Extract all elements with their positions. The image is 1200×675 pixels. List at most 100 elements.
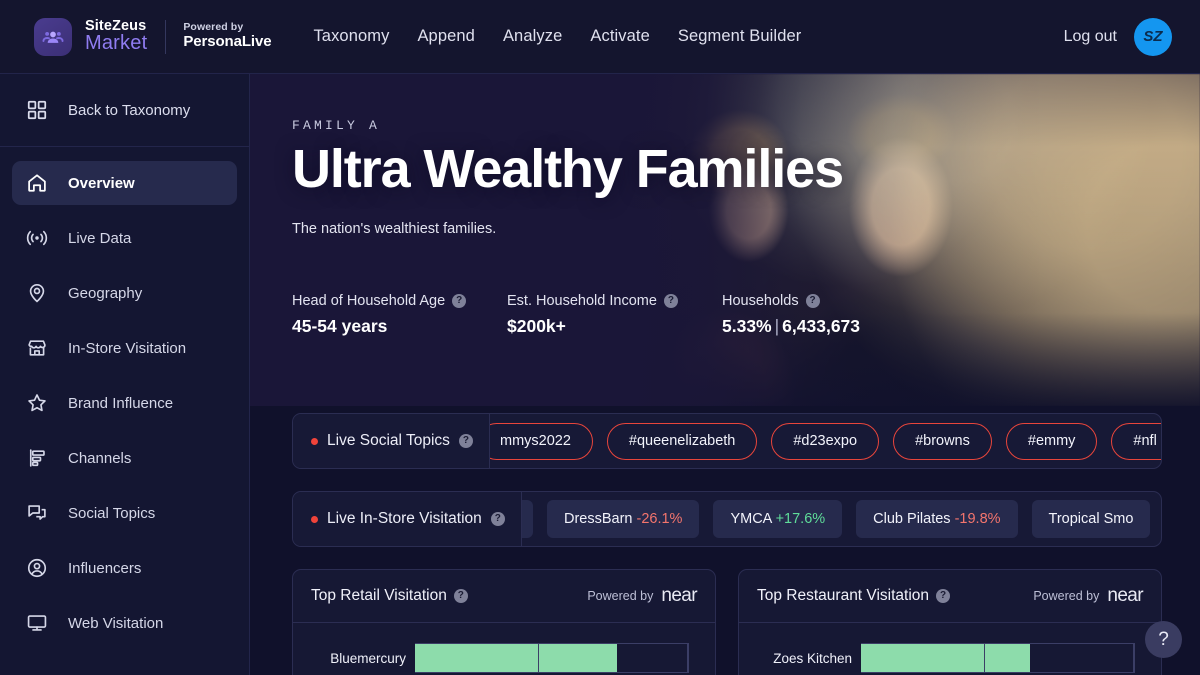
instore-chip-name: YMCA [730,511,772,527]
people-group-icon [34,17,72,56]
help-tooltip-icon[interactable]: ? [805,293,820,308]
stat-est-household-income: Est. Household Income ? $200k+ [507,293,722,337]
social-topic-chip[interactable]: #queenelizabeth [606,422,758,460]
sidebar-item-label: Live Data [68,229,132,247]
map-pin-icon [26,282,48,304]
social-topic-chip[interactable]: mmys2022 [478,422,593,460]
help-tooltip-icon[interactable]: ? [490,512,505,526]
powered-by-label: Powered by [587,589,654,603]
social-topic-chip[interactable]: #d23expo [771,422,880,460]
social-topic-chip[interactable]: #browns [893,422,992,460]
bar-fill [861,644,1031,672]
sidebar-item-web-visitation[interactable]: Web Visitation [12,601,237,645]
sidebar-item-label: Influencers [68,559,142,577]
instore-chip[interactable]: YMCA +17.6% [713,500,843,538]
bar-label: Zoes Kitchen [773,650,852,666]
sidebar-item-social-topics[interactable]: Social Topics [12,491,237,535]
help-tooltip-icon[interactable]: ? [453,589,468,603]
nav-link-segment-builder[interactable]: Segment Builder [678,27,802,46]
card-header: Top Retail Visitation ? Powered by near [293,570,715,623]
sidebar-item-label: Web Visitation [68,614,164,632]
grid-icon [26,99,48,121]
sidebar-nav-list: Overview Live Data Geography In-Store Vi… [0,147,249,645]
live-status-dot [311,515,318,523]
sidebar-item-geography[interactable]: Geography [12,271,237,315]
broadcast-icon [26,227,48,249]
brand-name-line2: Market [85,32,148,55]
instore-chip-name: Tropical Smo [1048,511,1134,527]
sidebar-item-channels[interactable]: Channels [12,436,237,480]
sidebar-item-live-data[interactable]: Live Data [12,216,237,260]
sidebar-item-overview[interactable]: Overview [12,161,237,205]
sidebar-back-label: Back to Taxonomy [68,101,191,119]
card-title-text: Top Restaurant Visitation [757,587,930,604]
nav-link-analyze[interactable]: Analyze [503,27,562,46]
stat-label-text: Households [722,292,799,309]
logout-button[interactable]: Log out [1064,28,1117,46]
card-title-text: Top Retail Visitation [311,587,447,604]
card-title: Top Retail Visitation ? [311,587,468,605]
card-body: Bluemercury [293,623,715,675]
social-topic-chip[interactable]: #emmy [1005,422,1098,460]
sidebar-item-back-to-taxonomy[interactable]: Back to Taxonomy [0,74,249,147]
stat-value-percent: 5.33% [722,315,772,336]
nav-link-append[interactable]: Append [417,27,475,46]
social-topic-chip[interactable]: #nfl [1111,422,1161,460]
help-tooltip-icon[interactable]: ? [452,293,467,308]
hero-content: FAMILY A Ultra Wealthy Families The nati… [292,74,937,337]
near-logo: near [661,585,697,606]
live-social-topics-row: mmys2022 #queenelizabeth #d23expo #brown… [292,413,1162,469]
near-logo: near [1107,585,1143,606]
bar-track [415,643,689,673]
sidebar-item-label: Channels [68,449,132,467]
live-instore-visitation-label-text: Live In-Store Visitation [327,510,482,527]
stat-value-count: 6,433,673 [782,315,861,336]
instore-chip[interactable]: Tropical Smo [1031,500,1151,538]
stat-label: Households ? [722,293,937,309]
hero-stats-row: Head of Household Age ? 45-54 years Est.… [292,293,937,337]
sidebar-item-in-store-visitation[interactable]: In-Store Visitation [12,326,237,370]
sidebar-item-brand-influence[interactable]: Brand Influence [12,381,237,425]
sidebar-item-label: In-Store Visitation [68,339,187,357]
help-icon[interactable]: ? [1145,621,1182,658]
nav-link-activate[interactable]: Activate [590,27,650,46]
bar-label: Bluemercury [330,650,406,666]
hero-eyebrow: FAMILY A [292,118,381,133]
bar-chart-row: Zoes Kitchen [739,643,1161,673]
sidebar: Back to Taxonomy Overview Live Data Geog… [0,74,250,675]
brand-logo-group[interactable]: SiteZeus Market [0,17,147,56]
top-right-group: Log out SZ [1064,17,1200,56]
top-restaurant-visitation-card: Top Restaurant Visitation ? Powered by n… [738,569,1162,675]
powered-by-label: Powered by [1033,589,1100,603]
brand-name: SiteZeus Market [85,19,147,54]
card-title: Top Restaurant Visitation ? [757,587,951,605]
instore-chip-change: -19.8% [954,511,1001,527]
instore-chip[interactable]: DressBarn -26.1% [546,500,700,538]
help-tooltip-icon[interactable]: ? [663,293,678,308]
sidebar-item-label: Brand Influence [68,394,174,412]
card-header: Top Restaurant Visitation ? Powered by n… [739,570,1161,623]
avatar[interactable]: SZ [1134,17,1172,56]
star-icon [26,392,48,414]
hero-subtitle: The nation's wealthiest families. [292,220,497,237]
instore-chip-change: -26.1% [636,511,683,527]
instore-chip-change: +17.6% [775,511,826,527]
powered-by-near: Powered by near [1033,585,1143,607]
home-icon [26,172,48,194]
sidebar-item-label: Overview [68,174,135,192]
hero-banner: FAMILY A Ultra Wealthy Families The nati… [250,74,1200,406]
storefront-icon [26,337,48,359]
help-tooltip-icon[interactable]: ? [936,589,951,603]
sidebar-item-label: Social Topics [68,504,156,522]
top-retail-visitation-card: Top Retail Visitation ? Powered by near … [292,569,716,675]
help-tooltip-icon[interactable]: ? [458,434,473,448]
instore-chip[interactable]: Club Pilates -19.8% [856,500,1018,538]
page-title: Ultra Wealthy Families [292,139,844,199]
powered-by-personalive: Powered by PersonaLive [183,21,271,51]
user-circle-icon [26,557,48,579]
sidebar-item-influencers[interactable]: Influencers [12,546,237,590]
app-root: SiteZeus Market Powered by PersonaLive T… [0,0,1200,675]
nav-link-taxonomy[interactable]: Taxonomy [313,27,389,46]
bar-list-icon [26,447,48,469]
top-navigation-bar: SiteZeus Market Powered by PersonaLive T… [0,0,1200,74]
